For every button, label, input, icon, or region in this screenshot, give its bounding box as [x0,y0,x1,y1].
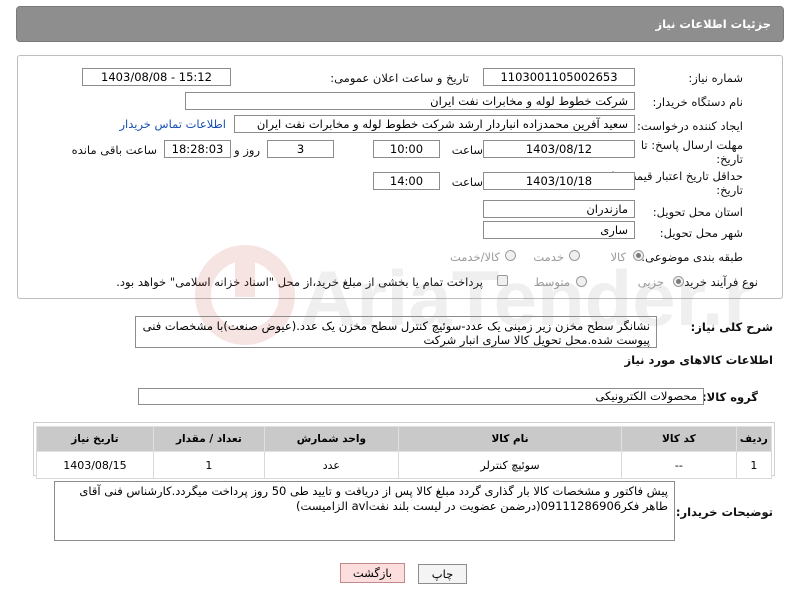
col-header-row-number: ردیف [735,426,773,452]
process-medium-radio[interactable] [576,276,587,287]
province-label: استان محل تحویل: [652,205,743,219]
need-number-label: شماره نیاز: [688,71,743,85]
remaining-time-field[interactable]: 18:28:03 [164,140,231,158]
treasury-payment-checkbox[interactable] [497,275,508,286]
goods-group-field[interactable]: محصولات الکترونیکی [138,388,704,405]
category-label: طبقه بندی موضوعی: [641,250,743,264]
description-label: شرح کلی نیاز: [690,320,773,334]
print-button[interactable]: چاپ [418,564,467,584]
page-header: جزئیات اطلاعات نیاز [16,6,784,42]
goods-group-label: گروه کالا: [702,390,758,404]
back-button[interactable]: بازگشت [340,563,405,583]
cell-need-date: 1403/08/15 [36,451,154,479]
announce-label: تاریخ و ساعت اعلان عمومی: [330,71,469,85]
remaining-label: ساعت باقی مانده [71,143,157,157]
process-medium-label: متوسط [533,275,570,289]
category-goods-service-label: کالا/خدمت [449,250,500,264]
validity-date-label: تاریخ: [716,183,743,197]
table-row[interactable]: 1 -- سوئیچ کنترلر عدد 1 1403/08/15 [36,451,773,479]
process-type-label: نوع فرآیند خرید : [676,275,758,289]
process-minor-label: جزیی [637,275,664,289]
col-header-quantity: تعداد / مقدار [152,426,265,452]
buyer-org-label: نام دستگاه خریدار: [652,95,743,109]
validity-time-field[interactable]: 14:00 [373,172,440,190]
buyer-contact-link[interactable]: اطلاعات تماس خریدار [119,117,226,131]
deadline-time-label: ساعت [451,143,483,157]
buyer-org-field[interactable]: شرکت خطوط لوله و مخابرات نفت ایران [185,92,635,110]
validity-time-label: ساعت [451,175,483,189]
remaining-days-field[interactable]: 3 [267,140,334,158]
treasury-payment-note: پرداخت تمام یا بخشی از مبلغ خرید،از محل … [116,275,483,289]
category-goods-radio[interactable] [633,250,644,261]
col-header-item-name: نام کالا [397,426,623,452]
page-title: جزئیات اطلاعات نیاز [655,17,771,31]
deadline-date-field[interactable]: 1403/08/12 [483,140,635,158]
items-table-header-row: ردیف کد کالا نام کالا واحد شمارش تعداد /… [36,426,773,452]
cell-unit: عدد [263,451,399,479]
items-table-container: ردیف کد کالا نام کالا واحد شمارش تعداد /… [33,422,775,479]
deadline-date-label: تاریخ: [716,152,743,166]
requester-field[interactable]: سعید آفرین محمدزاده انباردار ارشد شرکت خ… [234,115,635,133]
cell-row-number: 1 [735,451,773,479]
deadline-time-field[interactable]: 10:00 [373,140,440,158]
items-table: ردیف کد کالا نام کالا واحد شمارش تعداد /… [36,426,773,479]
cell-item-name: سوئیچ کنترلر [397,451,623,479]
goods-section-title: اطلاعات کالاهای مورد نیاز [624,353,773,367]
col-header-need-date: تاریخ نیاز [36,426,154,452]
cell-quantity: 1 [152,451,265,479]
col-header-unit: واحد شمارش [263,426,399,452]
city-label: شهر محل تحویل: [659,226,743,240]
col-header-item-code: کد کالا [621,426,737,452]
deadline-label: مهلت ارسال پاسخ: تا [640,138,743,152]
category-service-radio[interactable] [569,250,580,261]
requester-label: ایجاد کننده درخواست: [637,119,743,133]
validity-date-field[interactable]: 1403/10/18 [483,172,635,190]
buyer-notes-label: توضیحات خریدار: [675,505,773,519]
buyer-notes-field[interactable]: پیش فاکتور و مشخصات کالا بار گذاری گردد … [54,481,675,541]
cell-item-code: -- [621,451,737,479]
category-goods-label: کالا [610,250,626,264]
city-field[interactable]: ساری [483,221,635,239]
category-service-label: خدمت [533,250,564,264]
category-goods-service-radio[interactable] [505,250,516,261]
description-field[interactable]: نشانگر سطح مخزن زیر زمینی یک عدد-سوئیچ ک… [135,316,657,348]
announce-datetime-field[interactable]: 1403/08/08 - 15:12 [82,68,231,86]
need-number-field[interactable]: 1103001105002653 [483,68,635,86]
province-field[interactable]: مازندران [483,200,635,218]
days-label: روز و [234,143,260,157]
process-minor-radio[interactable] [673,276,684,287]
